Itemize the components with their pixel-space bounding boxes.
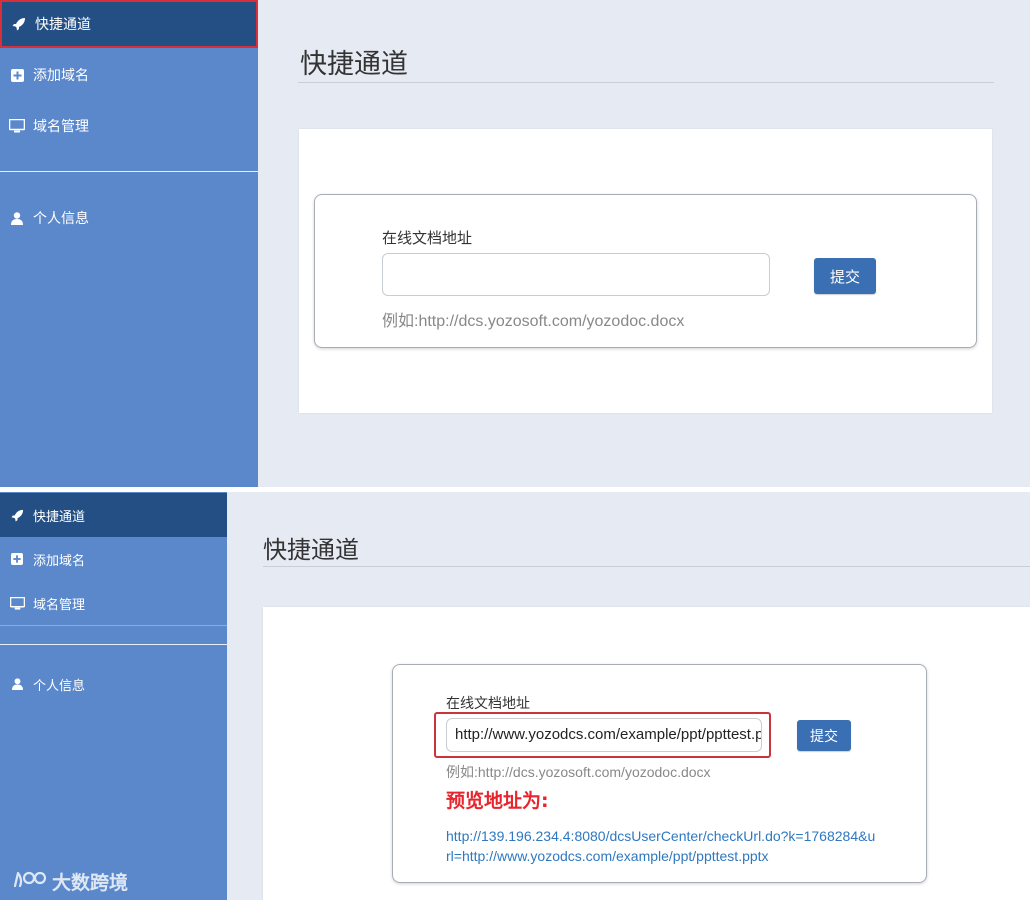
submit-button[interactable]: 提交 [797,720,851,751]
preview-link[interactable]: http://139.196.234.4:8080/dcsUserCenter/… [446,826,876,866]
screenshot-step-2: 快捷通道 添加域名 域名管理 个人信息 大数跨境 快捷通道 在线文档地址 htt… [0,492,1030,900]
title-divider [263,566,1030,567]
plus-square-icon [9,67,25,83]
sidebar-divider [0,644,227,645]
page-title: 快捷通道 [300,49,408,80]
sidebar-item-add-domain[interactable]: 添加域名 [0,537,227,581]
sidebar-item-add-domain[interactable]: 添加域名 [0,51,258,99]
document-url-input[interactable]: http://www.yozodcs.com/example/ppt/pptte… [446,718,762,752]
submit-button[interactable]: 提交 [814,258,876,294]
field-label: 在线文档地址 [446,696,530,712]
title-divider [298,82,994,83]
sidebar: 快捷通道 添加域名 域名管理 个人信息 大数跨境 [0,492,227,900]
rocket-icon [11,16,27,32]
sidebar-item-domain-management[interactable]: 域名管理 [0,581,227,625]
sidebar-item-profile[interactable]: 个人信息 [0,194,258,242]
sidebar-item-quick-channel[interactable]: 快捷通道 [0,0,258,48]
user-icon [9,210,25,226]
sidebar-item-label: 个人信息 [33,211,89,227]
logo-icon [12,868,47,895]
plus-square-icon [9,551,25,567]
sidebar-divider [0,625,227,626]
field-label: 在线文档地址 [382,229,473,247]
sidebar-item-domain-management[interactable]: 域名管理 [0,102,258,150]
sidebar-item-label: 域名管理 [33,597,86,613]
sidebar: 快捷通道 添加域名 域名管理 个人信息 [0,0,258,487]
user-icon [9,676,25,692]
document-url-input[interactable] [382,253,770,296]
sidebar-item-label: 域名管理 [33,119,89,135]
monitor-icon [9,118,25,134]
sidebar-item-profile[interactable]: 个人信息 [0,662,227,706]
rocket-icon [9,507,25,523]
example-hint: 例如:http://dcs.yozosoft.com/yozodoc.docx [382,313,685,330]
url-form: 在线文档地址 http://www.yozodcs.com/example/pp… [392,664,927,883]
sidebar-divider [0,171,258,172]
screenshot-step-1: 快捷通道 添加域名 域名管理 个人信息 快捷通道 在线文档地址 例如:http:… [0,0,1030,487]
page-title: 快捷通道 [263,536,359,564]
sidebar-item-label: 快捷通道 [33,509,86,525]
sidebar-item-quick-channel[interactable]: 快捷通道 [0,493,227,537]
watermark: 大数跨境 [12,868,128,895]
url-form: 在线文档地址 例如:http://dcs.yozosoft.com/yozodo… [314,194,977,348]
watermark-text: 大数跨境 [52,872,129,894]
preview-title: 预览地址为: [446,790,549,812]
monitor-icon [9,595,25,611]
sidebar-item-label: 添加域名 [33,68,89,84]
sidebar-item-label: 添加域名 [33,553,86,569]
sidebar-item-label: 快捷通道 [35,17,91,33]
sidebar-item-label: 个人信息 [33,678,86,694]
example-hint: 例如:http://dcs.yozosoft.com/yozodoc.docx [446,764,711,780]
